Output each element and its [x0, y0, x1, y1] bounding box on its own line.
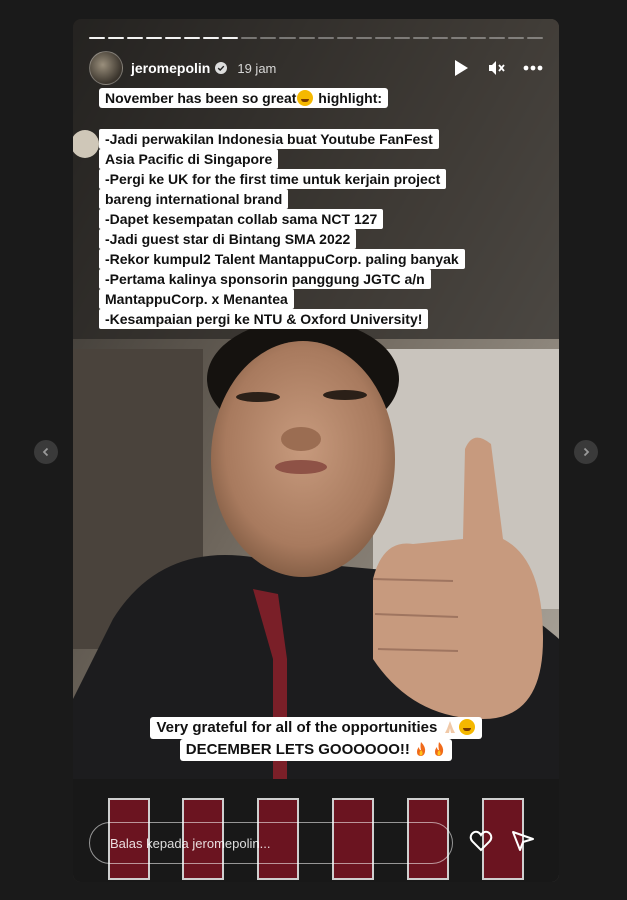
caption-title-text: November has been so great [105, 90, 297, 106]
next-story-button[interactable] [574, 440, 598, 464]
progress-segment [527, 37, 544, 39]
caption-title: November has been so great highlight: [99, 88, 389, 108]
reply-input[interactable]: Balas kepada jeromepolin... [89, 822, 453, 864]
progress-segment [450, 37, 467, 39]
story-progress-bar [89, 37, 544, 39]
progress-segment [298, 37, 315, 39]
progress-segment [412, 37, 429, 39]
verified-badge-icon [215, 62, 228, 74]
pleading-face-emoji-icon [458, 719, 475, 735]
highlight-list: -Jadi perwakilan Indonesia buat Youtube … [99, 129, 539, 329]
progress-segment [431, 37, 448, 39]
avatar[interactable] [89, 51, 123, 85]
progress-segment [393, 37, 410, 39]
highlight-line: -Pergi ke UK for the first time untuk ke… [99, 169, 447, 189]
bottom-caption-line-1: Very grateful for all of the opportuniti… [156, 719, 438, 736]
praying-hands-icon [444, 721, 455, 733]
progress-segment [241, 37, 258, 39]
progress-segment [488, 37, 506, 39]
fire-icon [417, 742, 426, 756]
highlight-line: MantappuCorp. x Menantea [99, 289, 294, 309]
post-time: 19 jam [237, 60, 277, 76]
bottom-caption-line-2: DECEMBER LETS GOOOOOO!! [185, 741, 410, 758]
progress-segment [355, 37, 372, 39]
heart-icon[interactable] [469, 830, 493, 852]
play-icon[interactable] [453, 59, 469, 77]
highlight-line: -Rekor kumpul2 Talent MantappuCorp. pali… [99, 249, 465, 269]
progress-segment [469, 37, 486, 39]
previous-story-button[interactable] [34, 440, 58, 464]
reply-placeholder: Balas kepada jeromepolin... [110, 835, 271, 851]
progress-segment [203, 37, 220, 39]
progress-segment [108, 37, 125, 39]
highlight-line: -Jadi guest star di Bintang SMA 2022 [99, 229, 357, 249]
highlight-line: -Dapet kesempatan collab sama NCT 127 [99, 209, 384, 229]
caption-title-suffix: highlight: [314, 90, 383, 106]
fire-icon [435, 742, 444, 756]
highlight-line: Asia Pacific di Singapore [99, 149, 279, 169]
bottom-caption: Very grateful for all of the opportuniti… [73, 717, 559, 761]
progress-segment [165, 37, 182, 39]
progress-segment [184, 37, 201, 39]
star-eyes-emoji-icon [297, 90, 314, 106]
chevron-left-icon [42, 447, 49, 457]
progress-segment [146, 37, 163, 39]
progress-segment [317, 37, 334, 39]
progress-segment [508, 37, 525, 39]
progress-segment [260, 37, 277, 39]
progress-segment [127, 37, 144, 39]
story-header: jeromepolin 19 jam [89, 51, 543, 85]
progress-segment [222, 37, 239, 39]
highlight-line: -Pertama kalinya sponsorin panggung JGTC… [99, 269, 431, 289]
progress-segment [336, 37, 353, 39]
story-viewer[interactable]: jeromepolin 19 jam November has been so … [73, 19, 559, 882]
highlight-line: bareng international brand [99, 189, 289, 209]
highlight-line: -Jadi perwakilan Indonesia buat Youtube … [99, 129, 439, 149]
send-icon[interactable] [511, 830, 535, 852]
highlight-line: -Kesampaian pergi ke NTU & Oxford Univer… [99, 309, 429, 329]
chevron-right-icon [583, 447, 590, 457]
progress-segment [279, 37, 296, 39]
progress-segment [374, 37, 391, 39]
progress-segment [89, 37, 106, 39]
more-icon[interactable] [523, 65, 543, 71]
mute-icon[interactable] [487, 59, 505, 77]
username[interactable]: jeromepolin [131, 60, 210, 76]
